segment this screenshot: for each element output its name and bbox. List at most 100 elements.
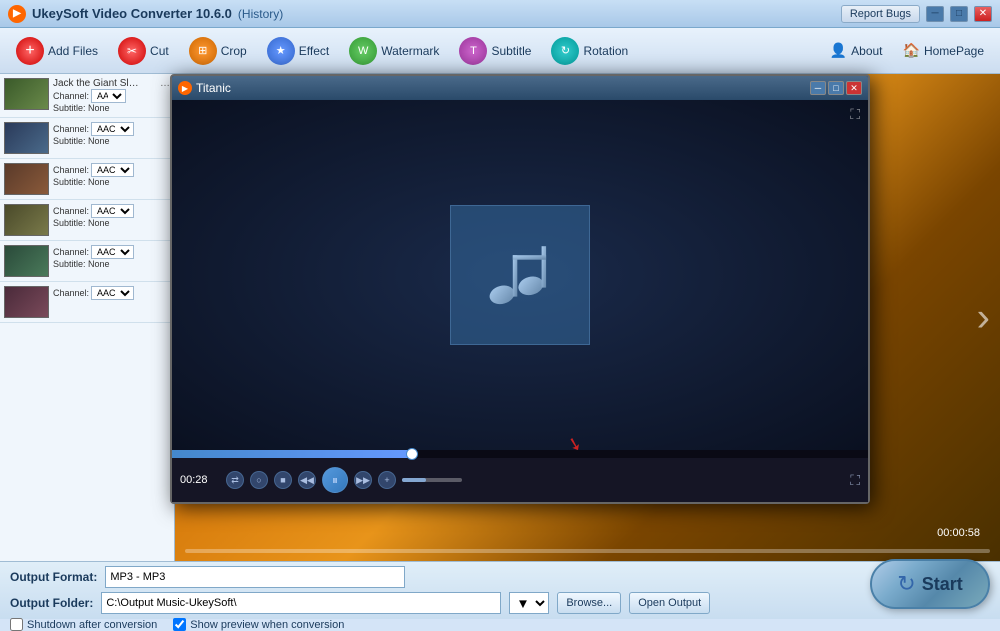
watermark-label: Watermark xyxy=(381,44,439,58)
file-name: Jack the Giant Slayer.mp4 xyxy=(53,78,143,89)
start-button[interactable]: ↻ Start xyxy=(870,559,990,609)
controls-bar: 00:28 ⇄ ○ ■ ◀◀ ⏸ ▶▶ + ⛶ xyxy=(172,458,868,502)
preview-slider[interactable] xyxy=(185,549,990,553)
list-item: Channel: AAC Subtitle: None xyxy=(0,118,174,159)
title-bar: ▶ UkeySoft Video Converter 10.6.0 (Histo… xyxy=(0,0,1000,28)
list-item: Channel: AAC Subtitle: None xyxy=(0,241,174,282)
progress-bar[interactable] xyxy=(172,450,868,458)
shutdown-checkbox-label[interactable]: Shutdown after conversion xyxy=(10,618,157,631)
fullscreen-icon[interactable]: ⛶ xyxy=(850,106,860,123)
rotation-button[interactable]: ↻ Rotation xyxy=(543,33,636,69)
channel-select-3[interactable]: AAC xyxy=(91,204,134,218)
channel-row-0: Channel: AAC xyxy=(53,89,170,103)
shutdown-checkbox[interactable] xyxy=(10,618,23,631)
about-label: About xyxy=(851,44,882,58)
file-list-scroll: Channel: AAC Subtitle: None Channel: AAC… xyxy=(0,118,174,561)
start-btn-container: ↻ Start xyxy=(870,559,990,609)
show-preview-checkbox-label[interactable]: Show preview when conversion xyxy=(173,618,344,631)
crop-icon: ⊞ xyxy=(189,37,217,65)
subtitle-icon: T xyxy=(459,37,487,65)
file-thumb-2 xyxy=(4,163,49,195)
cut-label: Cut xyxy=(150,44,169,58)
volume-slider[interactable] xyxy=(402,478,462,482)
file-thumb-4 xyxy=(4,245,49,277)
list-item: Channel: AAC Subtitle: None xyxy=(0,159,174,200)
effect-icon: ★ xyxy=(267,37,295,65)
file-list-panel: Jack the Giant Slayer.mp4 … Channel: AAC… xyxy=(0,74,175,561)
homepage-label: HomePage xyxy=(924,44,984,58)
browse-button[interactable]: Browse... xyxy=(557,592,621,614)
homepage-button[interactable]: 🏠 HomePage xyxy=(895,38,992,63)
checkbox-row: Shutdown after conversion Show preview w… xyxy=(10,618,990,631)
volume-fill xyxy=(402,478,426,482)
stop-button[interactable]: ■ xyxy=(274,471,292,489)
app-title: UkeySoft Video Converter 10.6.0 xyxy=(32,6,232,21)
output-folder-label: Output Folder: xyxy=(10,596,93,610)
preview-time: 00:00:58 xyxy=(937,527,980,539)
modal-maximize-button[interactable]: □ xyxy=(828,81,844,95)
play-pause-button[interactable]: ⏸ xyxy=(322,467,348,493)
folder-dropdown[interactable]: ▼ xyxy=(509,592,549,614)
shuffle-button[interactable]: ⇄ xyxy=(226,471,244,489)
effect-button[interactable]: ★ Effect xyxy=(259,33,337,69)
expand-button[interactable]: ⛶ xyxy=(850,472,860,489)
file-menu-dots[interactable]: … xyxy=(160,78,170,89)
list-item: Channel: AAC xyxy=(0,282,174,323)
output-folder-row: Output Folder: ▼ Browse... Open Output xyxy=(10,592,990,614)
cut-icon: ✂ xyxy=(118,37,146,65)
music-icon-container xyxy=(450,205,590,345)
rotation-label: Rotation xyxy=(583,44,628,58)
subtitle-label-0: Subtitle: None xyxy=(53,103,110,113)
progress-fill xyxy=(172,450,416,458)
close-button[interactable]: ✕ xyxy=(974,6,992,22)
channel-select-2[interactable]: AAC xyxy=(91,163,134,177)
cut-button[interactable]: ✂ Cut xyxy=(110,33,177,69)
minimize-button[interactable]: ─ xyxy=(926,6,944,22)
modal-title-bar: ▶ Titanic ─ □ ✕ xyxy=(172,76,868,100)
add-files-button[interactable]: + Add Files xyxy=(8,33,106,69)
prev-button[interactable]: ◀◀ xyxy=(298,471,316,489)
history-label: (History) xyxy=(238,7,283,21)
next-button[interactable]: ▶▶ xyxy=(354,471,372,489)
channel-select-1[interactable]: AAC xyxy=(91,122,134,136)
modal-minimize-button[interactable]: ─ xyxy=(810,81,826,95)
show-preview-checkbox[interactable] xyxy=(173,618,186,631)
add-files-icon: + xyxy=(16,37,44,65)
channel-select-0[interactable]: AAC xyxy=(91,89,126,103)
maximize-button[interactable]: □ xyxy=(950,6,968,22)
output-folder-input[interactable] xyxy=(101,592,501,614)
video-player-modal: ▶ Titanic ─ □ ✕ ⛶ xyxy=(170,74,870,504)
toolbar: + Add Files ✂ Cut ⊞ Crop ★ Effect W Wate… xyxy=(0,28,1000,74)
file-name-row: Jack the Giant Slayer.mp4 … xyxy=(53,78,170,89)
loop-button[interactable]: ○ xyxy=(250,471,268,489)
output-format-row: Output Format: xyxy=(10,566,990,588)
output-format-input[interactable] xyxy=(105,566,405,588)
modal-logo: ▶ xyxy=(178,81,192,95)
channel-select-5[interactable]: AAC xyxy=(91,286,134,300)
modal-close-button[interactable]: ✕ xyxy=(846,81,862,95)
rotation-icon: ↻ xyxy=(551,37,579,65)
crop-button[interactable]: ⊞ Crop xyxy=(181,33,255,69)
time-display: 00:28 xyxy=(180,474,220,486)
file-thumb-3 xyxy=(4,204,49,236)
show-preview-label: Show preview when conversion xyxy=(190,619,344,631)
app-logo: ▶ xyxy=(8,5,26,23)
channel-select-4[interactable]: AAC xyxy=(91,245,134,259)
watermark-button[interactable]: W Watermark xyxy=(341,33,447,69)
list-item: Channel: AAC Subtitle: None xyxy=(0,200,174,241)
progress-cursor xyxy=(406,448,418,460)
modal-win-buttons: ─ □ ✕ xyxy=(810,81,862,95)
channel-label-0: Channel: xyxy=(53,91,89,101)
add-files-label: Add Files xyxy=(48,44,98,58)
report-bugs-button[interactable]: Report Bugs xyxy=(841,5,920,23)
open-output-button[interactable]: Open Output xyxy=(629,592,710,614)
subtitle-button[interactable]: T Subtitle xyxy=(451,33,539,69)
crop-label: Crop xyxy=(221,44,247,58)
about-button[interactable]: 👤 About xyxy=(822,38,891,63)
volume-button[interactable]: + xyxy=(378,471,396,489)
start-label: Start xyxy=(922,574,963,595)
file-info-0: Jack the Giant Slayer.mp4 … Channel: AAC… xyxy=(53,78,170,113)
preview-arrow: › xyxy=(977,295,990,340)
subtitle-label: Subtitle xyxy=(491,44,531,58)
title-right: Report Bugs ─ □ ✕ xyxy=(841,5,992,23)
